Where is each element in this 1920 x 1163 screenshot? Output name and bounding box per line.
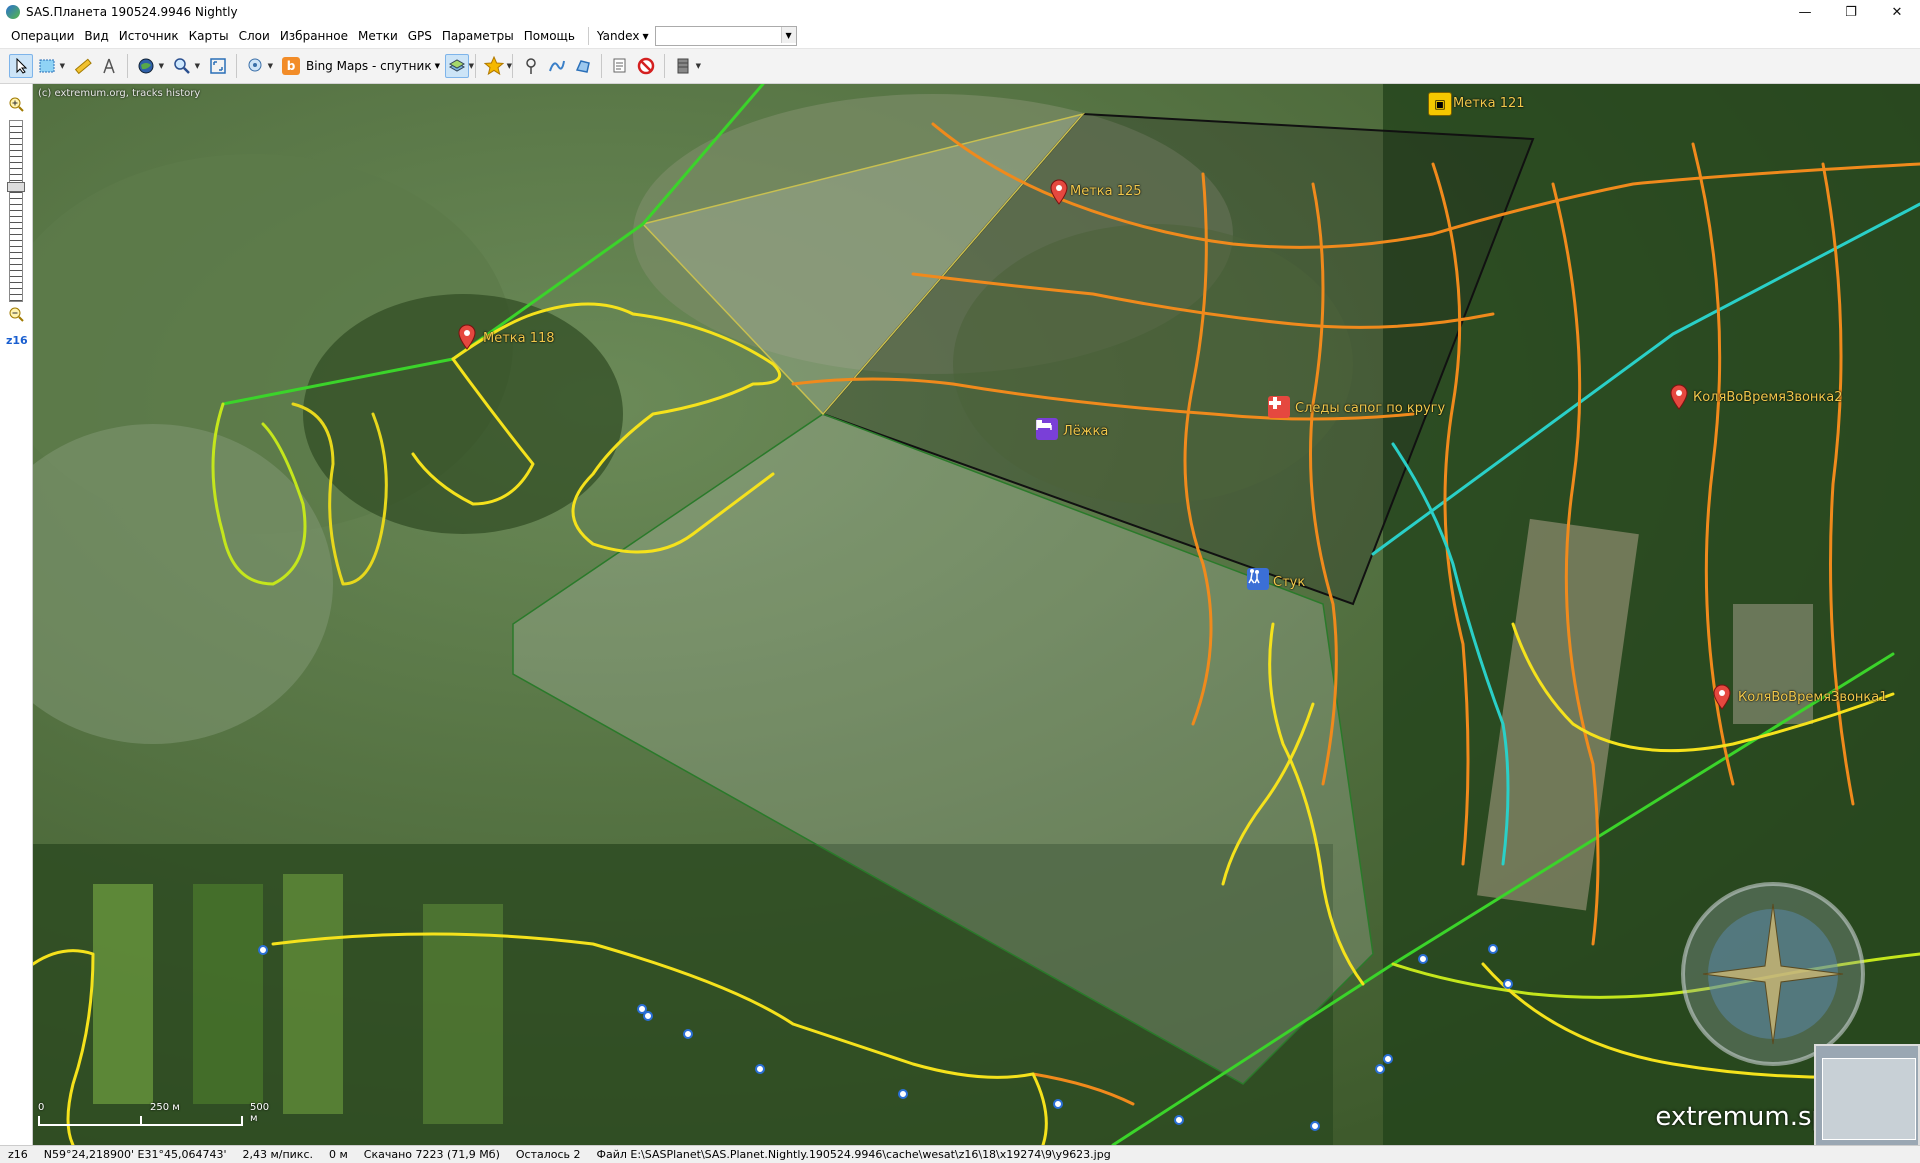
menu-marks[interactable]: Метки [353, 29, 403, 43]
magnifier-icon [174, 58, 190, 74]
status-zoom: z16 [8, 1148, 28, 1161]
bed-icon[interactable] [1036, 418, 1058, 440]
hide-placemarks-button[interactable] [634, 54, 658, 78]
app-icon [6, 5, 20, 19]
window-title: SAS.Планета 190524.9946 Nightly [26, 5, 238, 19]
first-aid-icon[interactable] [1268, 396, 1290, 418]
placemark-label: Метка 125 [1070, 184, 1142, 199]
restore-button[interactable]: ❐ [1828, 0, 1874, 24]
map-copyright: (c) extremum.org, tracks history [38, 88, 201, 99]
placemark-label: Метка 118 [483, 331, 555, 346]
search-provider-label: Yandex [596, 29, 640, 43]
fullscreen-button[interactable] [206, 54, 230, 78]
map-view[interactable]: (c) extremum.org, tracks history Метка 1… [33, 84, 1920, 1145]
status-file-path: Файл E:\SASPlanet\SAS.Planet.Nightly.190… [596, 1148, 1111, 1161]
scale-bar: 0 250 м 500 м [38, 1102, 269, 1126]
poi-label: Следы сапог по кругу [1295, 401, 1446, 416]
selection-tool-button[interactable]: ▼ [35, 54, 65, 78]
menu-bar: Операции Вид Источник Карты Слои Избранн… [0, 24, 1920, 49]
scale-mid-label: 250 м [150, 1102, 180, 1113]
database-icon [677, 58, 689, 74]
search-provider-select[interactable]: Yandex ▼ [597, 29, 649, 43]
overlay-layers-button[interactable]: ▼ [444, 54, 474, 78]
satellite-imagery [33, 84, 1920, 1145]
menu-settings[interactable]: Параметры [437, 29, 519, 43]
title-bar: SAS.Планета 190524.9946 Nightly — ❐ ✕ [0, 0, 1920, 24]
placemark-label: Метка 121 [1453, 96, 1525, 111]
poi-label: Стук [1273, 575, 1306, 590]
globe-icon [138, 58, 154, 74]
menu-gps[interactable]: GPS [403, 29, 437, 43]
menu-view[interactable]: Вид [79, 29, 113, 43]
status-coordinates: N59°24,218900' E31°45,064743' [43, 1148, 227, 1161]
fullscreen-icon [210, 58, 226, 74]
status-remaining: Осталось 2 [515, 1148, 581, 1161]
chevron-down-icon: ▼ [642, 31, 649, 41]
placemark-pin-icon[interactable] [1050, 179, 1068, 205]
placemarks-manager-button[interactable] [608, 54, 632, 78]
polygon-icon [575, 60, 590, 73]
zoom-slider-handle[interactable] [7, 182, 25, 192]
path-icon [549, 60, 565, 72]
minimize-button[interactable]: — [1782, 0, 1828, 24]
add-path-button[interactable] [545, 54, 569, 78]
pin-icon [526, 58, 536, 74]
notes-icon [613, 58, 626, 73]
placemark-pin-icon[interactable] [1670, 384, 1688, 410]
scale-start-label: 0 [38, 1102, 45, 1113]
zoom-out-icon[interactable] [8, 306, 24, 322]
zoom-panel: z16 [0, 84, 33, 1145]
tile-storage-button[interactable]: ▼ [671, 54, 701, 78]
zoom-slider[interactable] [9, 120, 23, 302]
menu-separator [587, 27, 589, 45]
status-distance: 0 м [329, 1148, 348, 1161]
add-placemark-button[interactable] [519, 54, 543, 78]
ruler-tool-button[interactable] [71, 54, 95, 78]
dropdown-arrow-icon[interactable]: ▼ [780, 27, 796, 43]
favorites-button[interactable]: ▼ [482, 54, 512, 78]
map-source-select[interactable]: b Bing Maps - спутник ▼ [282, 57, 440, 75]
placemark-pin-icon[interactable] [458, 324, 476, 350]
menu-operations[interactable]: Операции [6, 29, 79, 43]
cursor-icon [16, 58, 28, 74]
forbidden-icon [637, 57, 655, 75]
toolbar: ▼ ▼ ▼ ▼ b Bing Maps - спутник ▼ ▼ ▼ ▼ [0, 49, 1920, 84]
status-resolution: 2,43 м/пикс. [242, 1148, 313, 1161]
map-layers-button[interactable]: ▼ [134, 54, 164, 78]
placemark-pin-icon[interactable] [1713, 684, 1731, 710]
menu-source[interactable]: Источник [114, 29, 184, 43]
zoom-level-label: z16 [6, 334, 28, 347]
gps-button[interactable]: ▼ [243, 54, 273, 78]
pointer-tool-button[interactable] [9, 54, 33, 78]
menu-favorites[interactable]: Избранное [275, 29, 353, 43]
path-tool-button[interactable] [97, 54, 121, 78]
placemark-label: КоляВоВремяЗвонка2 [1693, 390, 1843, 405]
layers-icon [448, 59, 465, 72]
chevron-down-icon: ▼ [434, 62, 440, 70]
bing-icon: b [282, 57, 300, 75]
add-polygon-button[interactable] [571, 54, 595, 78]
satellite-dish-icon [248, 58, 262, 72]
star-icon [483, 56, 504, 76]
search-input[interactable]: ▼ [654, 26, 797, 46]
menu-maps[interactable]: Карты [184, 29, 234, 43]
scale-end-label: 500 м [250, 1102, 270, 1124]
zoom-in-icon[interactable] [8, 96, 24, 112]
poi-label: Лёжка [1063, 424, 1109, 439]
status-downloaded: Скачано 7223 (71,9 Мб) [363, 1148, 500, 1161]
menu-layers[interactable]: Слои [234, 29, 275, 43]
ruler-icon [74, 58, 92, 75]
menu-help[interactable]: Помощь [519, 29, 580, 43]
parking-icon[interactable]: ▣ [1428, 92, 1452, 116]
minimap[interactable] [1814, 1044, 1920, 1145]
close-button[interactable]: ✕ [1874, 0, 1920, 24]
map-source-label: Bing Maps - спутник [306, 59, 432, 73]
hikers-icon[interactable] [1247, 568, 1269, 590]
zoom-tool-button[interactable]: ▼ [170, 54, 200, 78]
select-area-icon [39, 59, 55, 73]
compass-icon [103, 58, 115, 74]
placemark-label: КоляВоВремяЗвонка1 [1738, 690, 1888, 705]
status-bar: z16 N59°24,218900' E31°45,064743' 2,43 м… [0, 1145, 1920, 1163]
